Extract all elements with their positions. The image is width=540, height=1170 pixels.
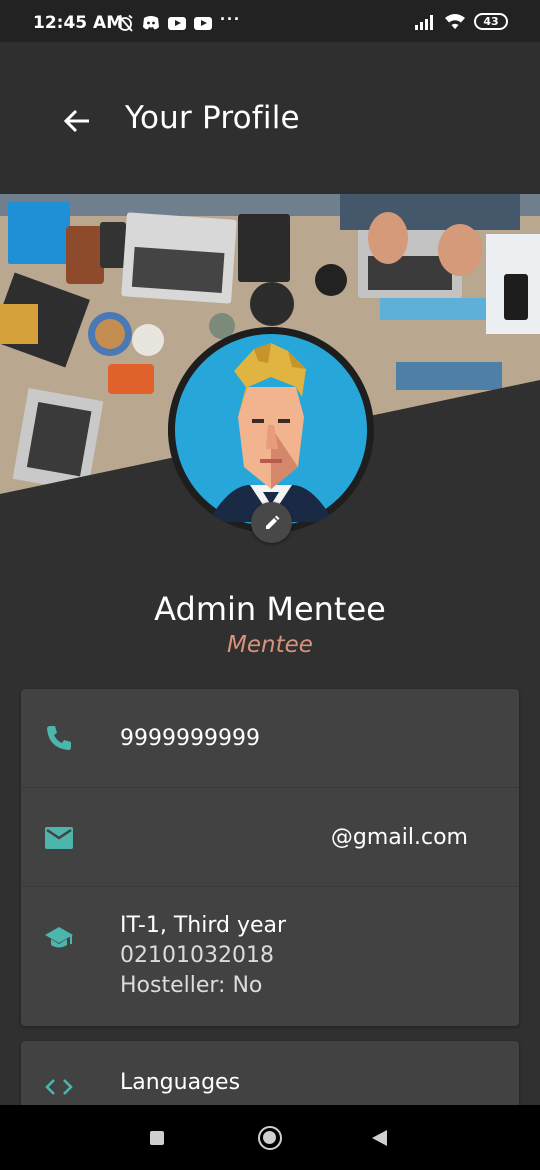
discord-icon <box>143 16 159 30</box>
arrow-back-icon[interactable] <box>60 104 94 138</box>
youtube-icon <box>194 16 212 30</box>
notification-icons: ··· <box>116 9 241 32</box>
email-icon <box>45 827 73 849</box>
status-time: 12:45 AM <box>33 13 124 33</box>
alarm-off-icon <box>117 14 133 32</box>
pencil-icon <box>265 515 279 529</box>
phone-number: 9999999999 <box>120 726 260 751</box>
email-row[interactable]: @gmail.com <box>21 788 519 887</box>
school-icon <box>45 927 73 948</box>
more-dots-icon: ··· <box>220 8 241 29</box>
education-row: IT-1, Third year 02101032018 Hosteller: … <box>21 887 519 1026</box>
hosteller-status: Hosteller: No <box>120 973 263 998</box>
signal-icon <box>415 14 433 30</box>
enrollment-number: 02101032018 <box>120 943 274 968</box>
system-icons: 43 <box>414 13 508 30</box>
contact-card: 9999999999 @gmail.com IT-1, Third year 0… <box>21 689 519 1026</box>
home-button[interactable] <box>258 1126 282 1150</box>
profile-name: Admin Mentee <box>154 590 386 628</box>
languages-label: Languages <box>120 1070 241 1095</box>
status-bar: 12:45 AM ··· 43 <box>0 0 540 42</box>
recents-button[interactable] <box>150 1131 164 1145</box>
wifi-icon <box>445 14 465 29</box>
email-address: @gmail.com <box>330 825 468 850</box>
app-bar: Your Profile <box>0 42 540 194</box>
code-icon <box>45 1079 73 1095</box>
education-class: IT-1, Third year <box>120 913 287 938</box>
system-nav-bar <box>0 1105 540 1170</box>
profile-role: Mentee <box>227 632 313 658</box>
edit-avatar-button[interactable] <box>251 502 292 543</box>
phone-icon <box>47 726 71 750</box>
battery-icon: 43 <box>474 13 508 30</box>
youtube-icon <box>168 16 186 30</box>
phone-row[interactable]: 9999999999 <box>21 689 519 788</box>
back-button[interactable] <box>372 1130 387 1146</box>
page-title: Your Profile <box>125 100 300 136</box>
